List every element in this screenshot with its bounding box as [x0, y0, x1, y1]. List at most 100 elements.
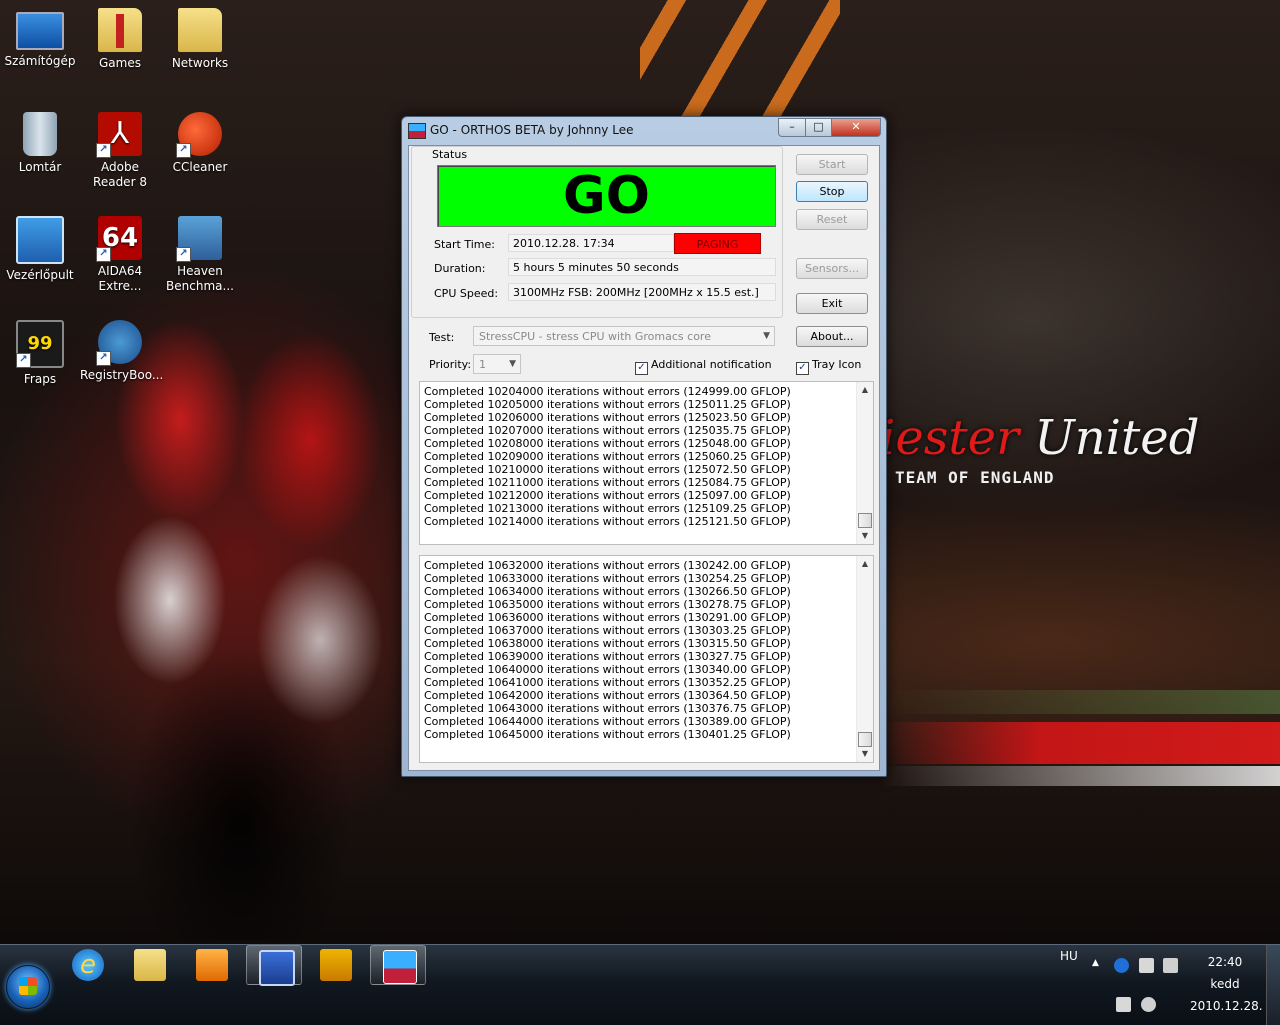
media-center-icon: [196, 949, 228, 981]
orthos-window: GO - ORTHOS BETA by Johnny Lee – □ ✕ Sta…: [401, 116, 887, 777]
show-desktop-button[interactable]: [1266, 945, 1280, 1025]
orthos-app-icon[interactable]: [408, 123, 426, 139]
desktop-icon-aida64[interactable]: 64 ↗ AIDA64 Extre...: [80, 210, 160, 294]
log-line: Completed 10637000 iterations without er…: [424, 624, 791, 637]
scrollbar[interactable]: ▲ ▼: [856, 556, 873, 762]
exit-button[interactable]: Exit: [796, 293, 868, 314]
desktop-icon-label: CCleaner: [172, 160, 228, 174]
status-group: Status GO Start Time: 2010.12.28. 17:34 …: [411, 146, 783, 318]
scroll-thumb[interactable]: [858, 513, 872, 528]
aida64-icon: 64 ↗: [96, 216, 142, 262]
bluetooth-icon[interactable]: [1114, 958, 1129, 973]
shortcut-arrow-icon: ↗: [176, 143, 191, 158]
desktop-icon-heaven[interactable]: ↗ Heaven Benchma...: [160, 210, 240, 294]
stop-button[interactable]: Stop: [796, 181, 868, 202]
scroll-up-icon[interactable]: ▲: [857, 382, 873, 398]
test-select[interactable]: StressCPU - stress CPU with Gromacs core…: [473, 326, 775, 346]
taskbar-item-media[interactable]: [184, 945, 240, 985]
shortcut-arrow-icon: ↗: [96, 351, 111, 366]
desktop-icon-games[interactable]: Games: [80, 2, 160, 71]
additional-notification-checkbox[interactable]: ✓ Additional notification: [635, 358, 772, 375]
reset-button[interactable]: Reset: [796, 209, 868, 230]
log-line: Completed 10635000 iterations without er…: [424, 598, 791, 611]
sensors-button[interactable]: Sensors...: [796, 258, 868, 279]
status-legend: Status: [430, 148, 470, 161]
desktop-icon-registry-booster[interactable]: ↗ RegistryBoo...: [80, 314, 163, 383]
log-line: Completed 10640000 iterations without er…: [424, 663, 791, 676]
ie-icon: e: [72, 949, 104, 981]
start-button[interactable]: Start: [796, 154, 868, 175]
minimize-button[interactable]: –: [778, 118, 806, 137]
log-panel-2[interactable]: Completed 10632000 iterations without er…: [419, 555, 874, 763]
log-line: Completed 10641000 iterations without er…: [424, 676, 791, 689]
scroll-thumb[interactable]: [858, 732, 872, 747]
wallpaper-stripe-green: [880, 690, 1280, 714]
save-icon: [259, 950, 295, 986]
heaven-benchmark-icon: ↗: [176, 216, 222, 262]
maximize-button[interactable]: □: [805, 118, 832, 137]
desktop-icon-label: Lomtár: [18, 160, 62, 174]
desktop-icon-ccleaner[interactable]: ↗ CCleaner: [160, 106, 240, 175]
desktop-icon-computer[interactable]: Számítógép: [0, 2, 80, 69]
test-select-value: StressCPU - stress CPU with Gromacs core: [479, 330, 711, 343]
explorer-icon: [134, 949, 166, 981]
desktop-icon-label: Vezérlőpult: [6, 268, 74, 282]
priority-label: Priority:: [429, 358, 472, 371]
desktop-icon-label: AIDA64 Extre...: [97, 264, 143, 293]
clock-day: kedd: [1210, 977, 1240, 991]
log-line: Completed 10644000 iterations without er…: [424, 715, 791, 728]
fraps-icon: 99 ↗: [16, 320, 64, 368]
log-line: Completed 10204000 iterations without er…: [424, 385, 791, 398]
log-line: Completed 10643000 iterations without er…: [424, 702, 791, 715]
window-titlebar[interactable]: GO - ORTHOS BETA by Johnny Lee – □ ✕: [402, 117, 886, 143]
taskbar-item-ie[interactable]: e: [60, 945, 116, 985]
cpu-speed-label: CPU Speed:: [434, 287, 499, 300]
scroll-down-icon[interactable]: ▼: [857, 746, 873, 762]
desktop-icon-recycle-bin[interactable]: Lomtár: [0, 106, 80, 175]
scroll-down-icon[interactable]: ▼: [857, 528, 873, 544]
volume-muted-icon[interactable]: [1141, 997, 1156, 1012]
taskbar-item-explorer[interactable]: [122, 945, 178, 985]
ccleaner-icon: ↗: [176, 112, 222, 158]
clock-time: 22:40: [1207, 955, 1243, 969]
wallpaper-title: iester United: [880, 410, 1200, 466]
log-panel-1[interactable]: Completed 10204000 iterations without er…: [419, 381, 874, 545]
desktop-icon-networks[interactable]: Networks: [160, 2, 240, 71]
log-line: Completed 10642000 iterations without er…: [424, 689, 791, 702]
chevron-down-icon: ▼: [763, 331, 770, 341]
folder-icon: [178, 8, 222, 52]
close-button[interactable]: ✕: [831, 118, 881, 137]
desktop-icon-adobe-reader[interactable]: ⅄ ↗ Adobe Reader 8: [80, 106, 160, 190]
priority-select[interactable]: 1 ▼: [473, 354, 521, 374]
taskbar-item-orthos[interactable]: [370, 945, 426, 985]
paging-indicator: PAGING: [674, 233, 761, 254]
tray-icon-checkbox[interactable]: ✓ Tray Icon: [796, 358, 861, 375]
taskbar-item-save[interactable]: [246, 945, 302, 986]
scrollbar[interactable]: ▲ ▼: [856, 382, 873, 544]
start-button[interactable]: [6, 965, 50, 1009]
wallpaper-stripe-white: [880, 766, 1280, 786]
desktop-icon-fraps[interactable]: 99 ↗ Fraps: [0, 314, 80, 387]
checkmark-icon: ✓: [635, 362, 648, 375]
action-center-icon[interactable]: [1116, 997, 1131, 1012]
log-line: Completed 10636000 iterations without er…: [424, 611, 791, 624]
priority-select-value: 1: [479, 358, 486, 371]
language-indicator[interactable]: HU: [1060, 949, 1078, 963]
computer-icon: [16, 12, 64, 50]
desktop-icon-label: Games: [99, 56, 141, 70]
scroll-up-icon[interactable]: ▲: [857, 556, 873, 572]
about-button[interactable]: About...: [796, 326, 868, 347]
power-icon[interactable]: [1163, 958, 1178, 973]
taskbar-item-winamp[interactable]: [308, 945, 364, 985]
log-line: Completed 10209000 iterations without er…: [424, 450, 791, 463]
show-hidden-icons-icon[interactable]: ▲: [1092, 958, 1099, 968]
wallpaper-stripe-red: [880, 722, 1280, 764]
start-time-label: Start Time:: [434, 238, 495, 251]
desktop-icon-control-panel[interactable]: Vezérlőpult: [0, 210, 80, 283]
log-line: Completed 10207000 iterations without er…: [424, 424, 791, 437]
recycle-bin-icon: [23, 112, 57, 156]
tray-icon-label: Tray Icon: [812, 358, 862, 371]
adobe-reader-icon: ⅄ ↗: [96, 112, 142, 158]
network-icon[interactable]: [1139, 958, 1154, 973]
checkmark-icon: ✓: [796, 362, 809, 375]
